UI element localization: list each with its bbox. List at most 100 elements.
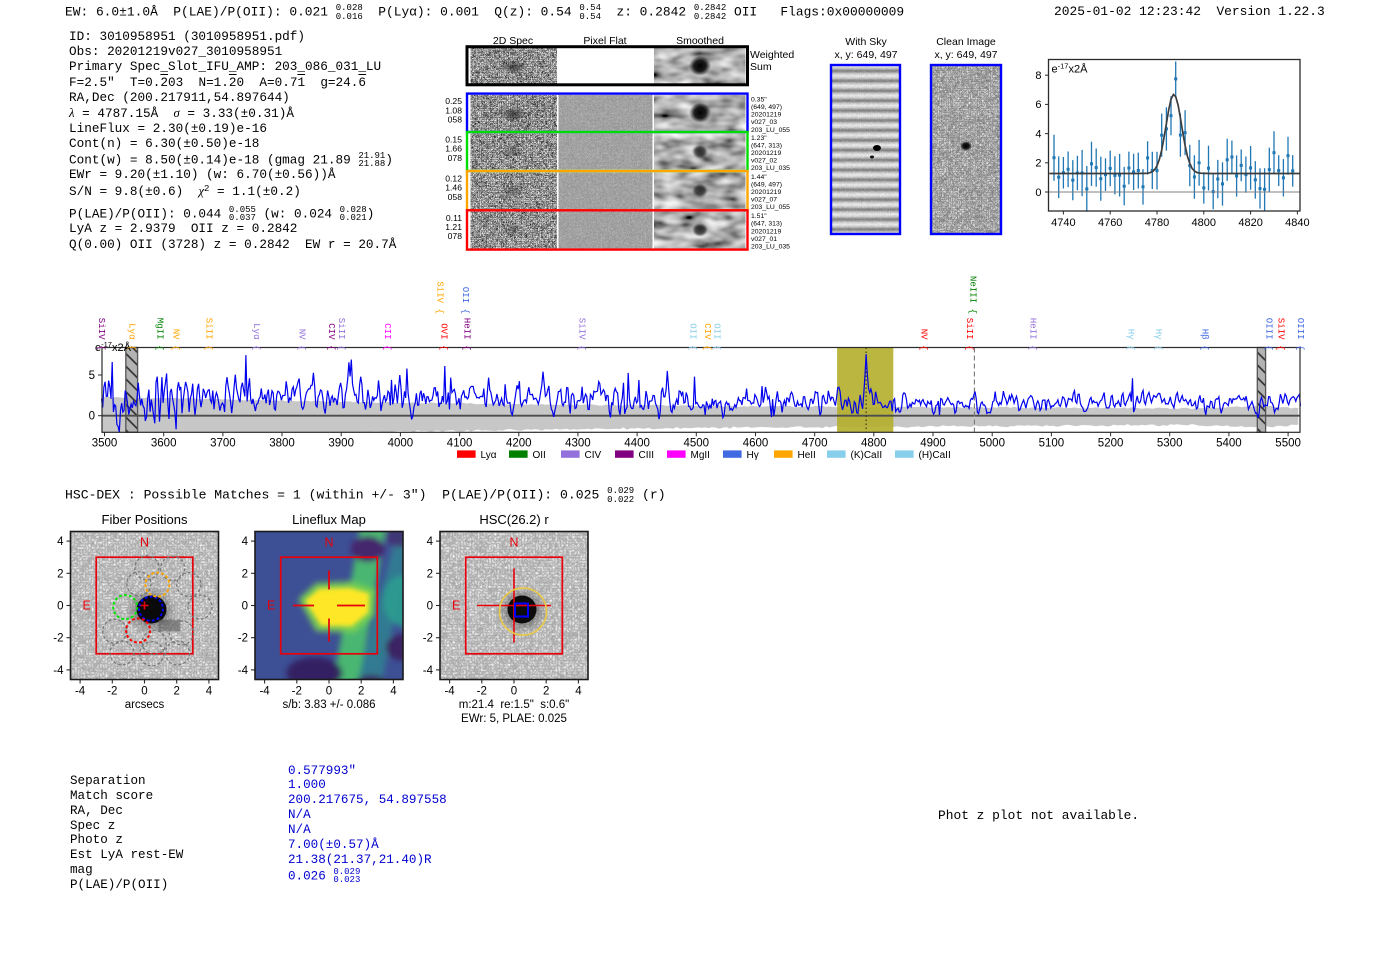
svg-text:3800: 3800	[269, 437, 295, 449]
svg-text:OII {: OII {	[460, 287, 471, 314]
svg-text:-4: -4	[444, 686, 455, 698]
svg-text:20201219: 20201219	[751, 228, 781, 235]
svg-text:3900: 3900	[328, 437, 354, 449]
svg-text:2: 2	[242, 568, 248, 580]
svg-text:HeII {: HeII {	[462, 318, 473, 351]
svg-text:Sum: Sum	[750, 61, 772, 73]
svg-text:SiIV {: SiIV {	[577, 318, 588, 351]
svg-text:With Sky: With Sky	[845, 36, 887, 48]
svg-text:4740: 4740	[1051, 217, 1075, 229]
svg-text:4780: 4780	[1145, 217, 1169, 229]
svg-text:E: E	[83, 599, 91, 613]
svg-text:0: 0	[326, 686, 332, 698]
svg-text:OII {: OII {	[688, 323, 699, 350]
svg-text:4800: 4800	[1192, 217, 1216, 229]
svg-text:OIII {: OIII {	[1264, 318, 1275, 351]
svg-text:(K)CaII: (K)CaII	[851, 450, 883, 461]
svg-text:-4: -4	[423, 665, 434, 677]
svg-text:1.44": 1.44"	[751, 174, 767, 181]
svg-text:5000: 5000	[979, 437, 1005, 449]
svg-text:4: 4	[242, 536, 249, 548]
svg-text:2: 2	[1035, 158, 1041, 170]
svg-text:Lyα: Lyα	[481, 450, 497, 461]
svg-text:CII {: CII {	[382, 323, 393, 350]
svg-text:Lineflux Map: Lineflux Map	[292, 512, 366, 527]
svg-text:arcsecs: arcsecs	[125, 699, 165, 711]
svg-text:-2: -2	[423, 633, 433, 645]
svg-text:0: 0	[427, 601, 433, 613]
svg-text:Hβ {: Hβ {	[1200, 329, 1211, 351]
svg-text:5300: 5300	[1157, 437, 1183, 449]
svg-text:Pixel Flat: Pixel Flat	[583, 35, 626, 47]
svg-text:CIV {: CIV {	[702, 323, 713, 350]
svg-text:OIII {: OIII {	[1295, 318, 1306, 351]
svg-text:-2: -2	[238, 633, 248, 645]
svg-text:NeIII {: NeIII {	[968, 276, 979, 314]
svg-text:E: E	[452, 599, 460, 613]
svg-text:2: 2	[543, 686, 549, 698]
svg-text:HSC(26.2) r: HSC(26.2) r	[479, 512, 549, 527]
svg-text:4500: 4500	[684, 437, 710, 449]
svg-text:-4: -4	[53, 665, 64, 677]
svg-text:E: E	[267, 599, 275, 613]
svg-text:v027_07: v027_07	[751, 197, 777, 204]
svg-text:078: 078	[448, 231, 463, 241]
svg-text:2: 2	[57, 568, 63, 580]
svg-text:5100: 5100	[1039, 437, 1065, 449]
svg-text:4900: 4900	[920, 437, 946, 449]
svg-text:0: 0	[89, 411, 95, 423]
svg-text:(H)CaII: (H)CaII	[919, 450, 951, 461]
svg-text:HeII {: HeII {	[1027, 318, 1038, 351]
svg-text:-2: -2	[53, 633, 63, 645]
svg-text:-4: -4	[259, 686, 270, 698]
svg-text:5200: 5200	[1098, 437, 1124, 449]
svg-text:NV {: NV {	[171, 329, 182, 351]
svg-text:MgII {: MgII {	[155, 318, 166, 351]
svg-text:NV {: NV {	[297, 329, 308, 351]
svg-text:Fiber Positions: Fiber Positions	[102, 512, 188, 527]
svg-text:Clean Image: Clean Image	[936, 36, 996, 48]
svg-text:0: 0	[511, 686, 517, 698]
svg-text:-4: -4	[75, 686, 86, 698]
svg-text:-2: -2	[477, 686, 487, 698]
svg-text:4820: 4820	[1238, 217, 1262, 229]
svg-text:-2: -2	[292, 686, 302, 698]
svg-text:4000: 4000	[388, 437, 414, 449]
svg-text:x, y: 649, 497: x, y: 649, 497	[834, 49, 897, 61]
svg-text:Weighted: Weighted	[750, 49, 794, 61]
svg-text:4800: 4800	[861, 437, 887, 449]
svg-text:078: 078	[448, 153, 463, 163]
svg-text:058: 058	[448, 192, 463, 202]
svg-text:20201219: 20201219	[751, 112, 781, 119]
svg-text:5400: 5400	[1216, 437, 1242, 449]
svg-text:4400: 4400	[624, 437, 650, 449]
svg-text:SiIV {: SiIV {	[434, 281, 445, 314]
svg-text:Smoothed: Smoothed	[676, 35, 724, 47]
svg-text:2D Spec: 2D Spec	[493, 35, 533, 47]
svg-text:4: 4	[206, 686, 213, 698]
svg-text:20201219: 20201219	[751, 189, 781, 196]
svg-text:4: 4	[575, 686, 582, 698]
svg-text:(649, 497): (649, 497)	[751, 104, 782, 111]
svg-text:203_LU_055: 203_LU_055	[751, 127, 790, 134]
svg-text:(647, 313): (647, 313)	[751, 221, 782, 228]
svg-text:4: 4	[427, 536, 434, 548]
svg-text:HeII: HeII	[798, 450, 816, 461]
svg-text:8: 8	[1035, 70, 1041, 82]
svg-text:s/b: 3.83 +/- 0.086: s/b: 3.83 +/- 0.086	[282, 699, 375, 711]
svg-text:4100: 4100	[447, 437, 473, 449]
svg-text:4: 4	[390, 686, 397, 698]
svg-text:0.35": 0.35"	[751, 96, 767, 103]
svg-text:0: 0	[141, 686, 147, 698]
svg-text:Lyα {: Lyα {	[127, 323, 138, 350]
svg-text:m:21.4 re:1.5" s:0.6": m:21.4 re:1.5" s:0.6"	[459, 699, 569, 711]
svg-text:Hγ {: Hγ {	[1126, 329, 1137, 351]
svg-text:203_LU_035: 203_LU_035	[751, 244, 790, 251]
svg-text:Lyα {: Lyα {	[251, 323, 262, 350]
svg-text:4760: 4760	[1098, 217, 1122, 229]
svg-text:6: 6	[1035, 99, 1041, 111]
svg-text:1.51": 1.51"	[751, 213, 767, 220]
svg-text:NV {: NV {	[919, 329, 930, 351]
svg-text:N: N	[509, 536, 518, 550]
svg-text:3600: 3600	[151, 437, 177, 449]
